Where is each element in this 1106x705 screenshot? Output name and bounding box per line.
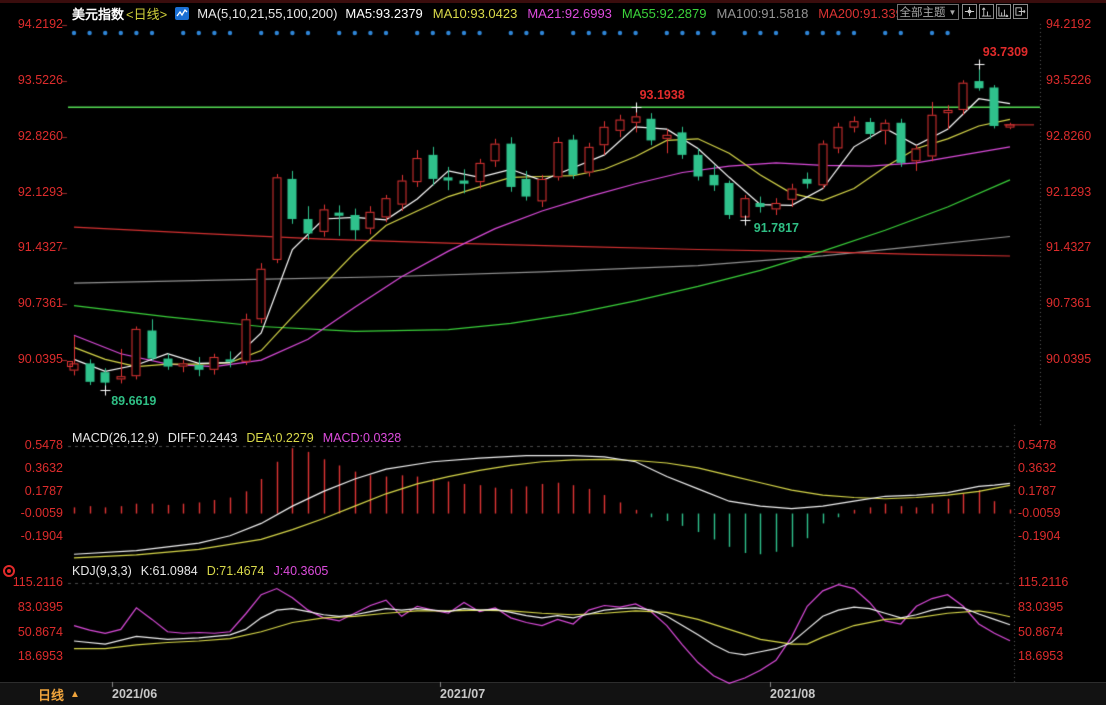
axis-label: 90.0395	[1046, 352, 1106, 367]
theme-dropdown-label: 全部主题	[900, 4, 946, 20]
pan-right-icon[interactable]	[1013, 4, 1028, 19]
symbol-name: 美元指数	[72, 4, 124, 23]
axis-label: -0.1904	[1018, 529, 1078, 544]
legend-item: K:61.0984	[141, 564, 198, 578]
price-marker-label: 91.7817	[754, 221, 799, 235]
legend-item: KDJ(9,3,3)	[72, 564, 132, 578]
triangle-up-icon: ▲	[70, 689, 80, 700]
legend-item: DEA:0.2279	[246, 431, 313, 445]
chart-toolbar	[962, 4, 1028, 19]
price-marker-label: 93.7309	[983, 45, 1028, 59]
axis-label: -0.0059	[0, 506, 63, 521]
axis-label: 93.5226	[1046, 73, 1106, 88]
axis-label: 50.8674	[1018, 625, 1078, 640]
macd-legend: MACD(26,12,9) DIFF:0.2443 DEA:0.2279 MACD:0…	[72, 431, 401, 445]
axis-label: 0.5478	[1018, 438, 1078, 453]
axis-label: 90.7361	[0, 296, 63, 311]
legend-item: MA10:93.0423	[433, 6, 518, 21]
theme-dropdown[interactable]: 全部主题 ▼	[897, 4, 959, 20]
ma-legend: MA5:93.2379 MA10:93.0423 MA21:92.6993 MA55:…	[345, 6, 902, 21]
axis-label: 94.2192	[1046, 17, 1106, 32]
axis-label: 0.3632	[1018, 461, 1078, 476]
period-tag: <日线>	[126, 4, 167, 23]
price-marker-label: 89.6619	[111, 394, 156, 408]
legend-item: J:40.3605	[273, 564, 328, 578]
axis-label: 92.8260	[1046, 129, 1106, 144]
x-axis-scale-icon[interactable]	[996, 4, 1011, 19]
axis-label: 50.8674	[0, 625, 63, 640]
legend-item: DIFF:0.2443	[168, 431, 237, 445]
axis-label: 92.1293	[1046, 185, 1106, 200]
legend-item: MA21:92.6993	[527, 6, 612, 21]
axis-label: 0.5478	[0, 438, 63, 453]
axis-label: 115.2116	[0, 575, 63, 590]
axis-label: 18.6953	[1018, 649, 1078, 664]
axis-label: 83.0395	[0, 600, 63, 615]
legend-item: MA55:92.2879	[622, 6, 707, 21]
period-tab-label: 日线	[38, 685, 64, 704]
axis-label: 0.1787	[1018, 484, 1078, 499]
chart-canvas[interactable]	[0, 0, 1106, 705]
ma-config-label: MA(5,10,21,55,100,200)	[197, 6, 337, 21]
chart-header: 美元指数<日线> MA(5,10,21,55,100,200) MA5:93.2…	[72, 4, 903, 22]
trading-terminal: 美元指数<日线> MA(5,10,21,55,100,200) MA5:93.2…	[0, 0, 1106, 705]
legend-item: MA200:91.339	[818, 6, 903, 21]
y-axis-scale-icon[interactable]	[979, 4, 994, 19]
axis-label: -0.1904	[0, 529, 63, 544]
crosshair-icon[interactable]	[962, 4, 977, 19]
legend-item: MACD(26,12,9)	[72, 431, 159, 445]
axis-label: 91.4327	[1046, 240, 1106, 255]
legend-item: MA5:93.2379	[345, 6, 422, 21]
axis-label: 90.7361	[1046, 296, 1106, 311]
period-tab-daily[interactable]: 日线 ▲	[38, 685, 80, 704]
legend-item: MACD:0.0328	[323, 431, 402, 445]
axis-label: 93.5226	[0, 73, 63, 88]
axis-label: 0.1787	[0, 484, 63, 499]
kdj-legend: KDJ(9,3,3) K:61.0984 D:71.4674 J:40.3605	[72, 564, 328, 578]
indicator-settings-icon[interactable]	[3, 565, 15, 577]
axis-label: 94.2192	[0, 17, 63, 32]
axis-label: 91.4327	[0, 240, 63, 255]
legend-item: MA100:91.5818	[717, 6, 809, 21]
price-marker-label: 93.1938	[640, 88, 685, 102]
axis-label: 18.6953	[0, 649, 63, 664]
axis-label: 90.0395	[0, 352, 63, 367]
axis-label: 0.3632	[0, 461, 63, 476]
legend-item: D:71.4674	[207, 564, 265, 578]
axis-label: 92.1293	[0, 185, 63, 200]
axis-label: -0.0059	[1018, 506, 1078, 521]
candlestick-chart-icon[interactable]	[175, 7, 189, 20]
axis-label: 92.8260	[0, 129, 63, 144]
axis-label: 83.0395	[1018, 600, 1078, 615]
axis-label: 115.2116	[1018, 575, 1078, 590]
chevron-down-icon: ▼	[949, 8, 957, 17]
